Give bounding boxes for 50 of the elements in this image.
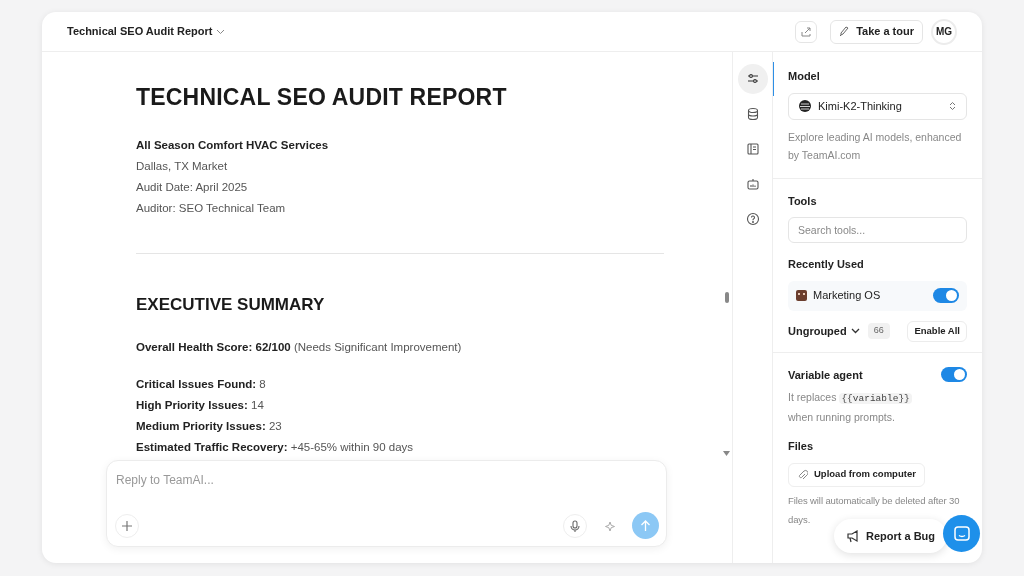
share-button[interactable] bbox=[795, 20, 818, 43]
arrow-up-icon bbox=[640, 519, 651, 532]
tool-name: Marketing OS bbox=[813, 288, 882, 304]
tool-toggle[interactable] bbox=[933, 288, 959, 303]
chat-icon bbox=[953, 526, 970, 541]
sparkle-icon bbox=[603, 519, 617, 533]
section-label: Files bbox=[788, 439, 815, 454]
sliders-icon[interactable] bbox=[737, 64, 768, 94]
scrollbar-thumb[interactable] bbox=[725, 292, 729, 303]
take-a-tour-button[interactable]: Take a tour bbox=[830, 19, 923, 44]
report-meta-line: Auditor: SEO Technical Team bbox=[136, 200, 287, 216]
stat-line: Estimated Traffic Recovery: +45-65% within 90 days bbox=[136, 440, 415, 456]
health-score-line: Overall Health Score: 62/100 (Needs Significant Improvement) bbox=[136, 340, 463, 355]
stat-line: Medium Priority Issues: 23 bbox=[136, 419, 283, 435]
search-tools-field[interactable]: Search tools... bbox=[788, 217, 967, 243]
tool-icon bbox=[796, 290, 807, 301]
company-name: All Season Comfort HVAC Services bbox=[136, 137, 330, 153]
tool-count: 66 bbox=[867, 323, 890, 339]
document-title-dropdown[interactable]: Technical SEO Audit Report bbox=[67, 23, 226, 40]
section-heading: EXECUTIVE SUMMARY bbox=[136, 293, 326, 316]
send-button[interactable] bbox=[632, 512, 659, 539]
user-avatar[interactable]: MG bbox=[931, 18, 957, 45]
section-label: Variable agent bbox=[788, 367, 864, 383]
model-select[interactable]: Kimi-K2-Thinking bbox=[788, 92, 967, 120]
microphone-icon bbox=[570, 519, 580, 533]
report-title: TECHNICAL SEO AUDIT REPORT bbox=[136, 83, 508, 112]
chevron-updown-icon bbox=[949, 101, 956, 111]
stat-line: Critical Issues Found: 8 bbox=[136, 377, 267, 393]
report-meta-line: Dallas, TX Market bbox=[136, 158, 229, 174]
scroll-down-icon[interactable] bbox=[723, 451, 730, 456]
megaphone-icon bbox=[846, 529, 860, 543]
section-label: Tools bbox=[788, 193, 818, 209]
reply-input[interactable]: Reply to TeamAI... bbox=[116, 469, 656, 491]
variable-description: It replaces {{variable}} when running prompts. bbox=[788, 390, 913, 425]
model-description: Explore leading AI models, enhanced by TeamAI.com bbox=[788, 129, 963, 163]
paperclip-icon bbox=[797, 468, 808, 481]
section-label: Recently Used bbox=[788, 257, 865, 272]
stat-line: High Priority Issues: 14 bbox=[136, 398, 265, 414]
share-icon bbox=[800, 25, 813, 38]
model-logo-icon bbox=[799, 100, 811, 112]
chevron-down-icon bbox=[850, 328, 860, 334]
chevron-down-icon bbox=[216, 28, 226, 35]
ungrouped-dropdown[interactable]: Ungrouped bbox=[788, 322, 860, 340]
variable-agent-toggle[interactable] bbox=[941, 367, 967, 383]
upload-button[interactable]: Upload from computer bbox=[788, 462, 925, 487]
plus-icon bbox=[121, 520, 133, 532]
report-meta-line: Audit Date: April 2025 bbox=[136, 179, 249, 195]
enable-all-button[interactable]: Enable All bbox=[907, 320, 967, 342]
report-bug-button[interactable]: Report a Bug bbox=[834, 519, 948, 553]
section-label: Model bbox=[788, 69, 821, 84]
